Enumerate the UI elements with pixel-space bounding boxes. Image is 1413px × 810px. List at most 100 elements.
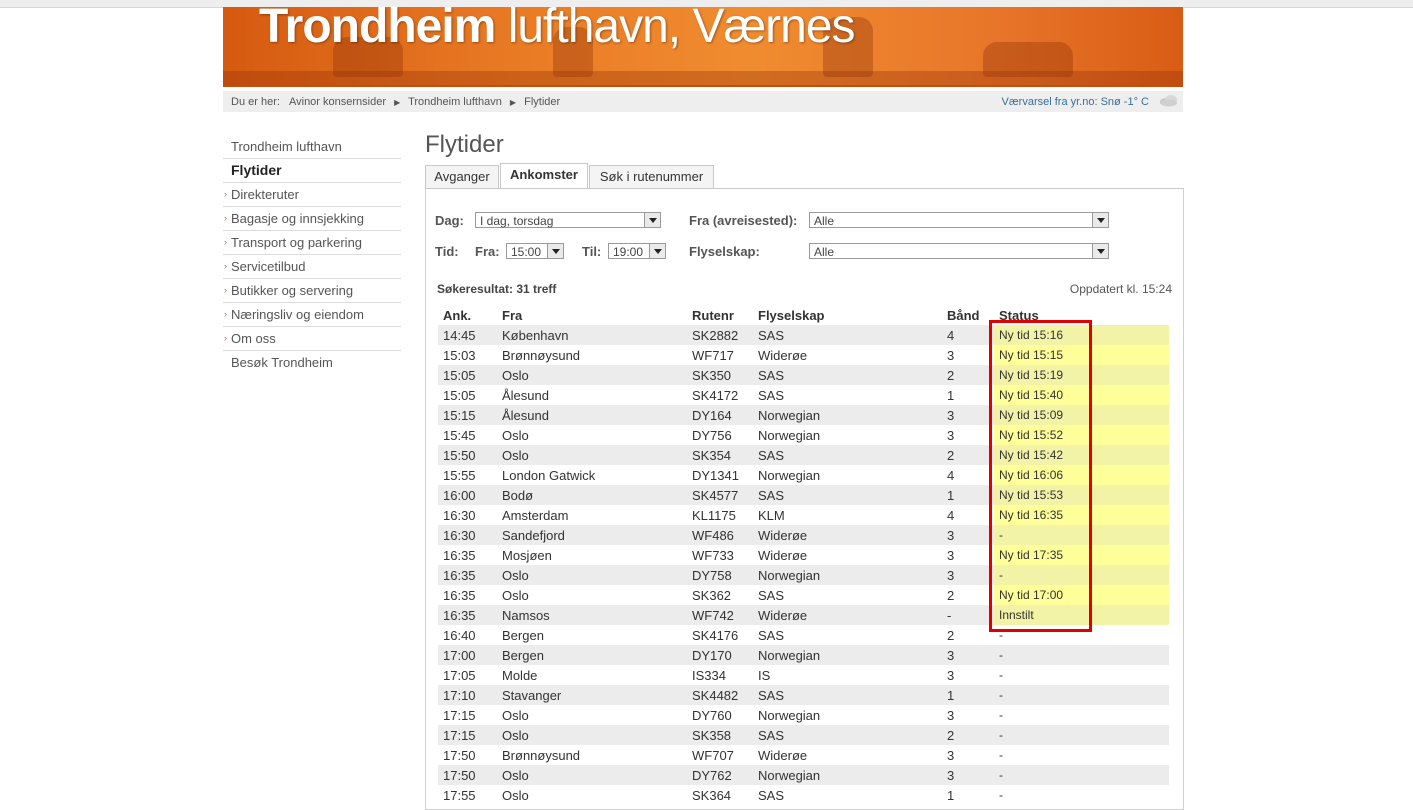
cell-fra: Bergen bbox=[497, 645, 687, 665]
tab-sok-rutenummer[interactable]: Søk i rutenummer bbox=[589, 165, 714, 188]
tid-fra-select[interactable]: 15:00 bbox=[506, 243, 564, 259]
arrow-right-icon: › bbox=[224, 309, 227, 319]
fra-avreisested-select[interactable]: Alle bbox=[809, 212, 1109, 228]
dag-select[interactable]: I dag, torsdag bbox=[475, 212, 661, 228]
tab-avganger[interactable]: Avganger bbox=[425, 165, 499, 188]
cell-band: 4 bbox=[947, 507, 955, 523]
weather-link[interactable]: Værvarsel fra yr.no: Snø -1° C bbox=[1002, 96, 1149, 108]
cell-fra: Bodø bbox=[497, 485, 687, 505]
chevron-down-icon[interactable] bbox=[644, 213, 660, 227]
cell-flyselskap: SAS bbox=[753, 325, 942, 345]
table-row: 17:55 Oslo SK364 SAS 1 - bbox=[438, 785, 1169, 805]
cell-fra: London Gatwick bbox=[502, 467, 596, 483]
cell-ank: 15:03 bbox=[443, 347, 476, 363]
cell-rutenr: KL1175 bbox=[692, 507, 736, 523]
cell-rutenr: DY1341 bbox=[692, 467, 739, 483]
cell-status: - bbox=[994, 565, 1169, 585]
page-title: Flytider bbox=[425, 131, 504, 158]
cell-ank: 16:35 bbox=[443, 547, 476, 563]
cell-status: - bbox=[994, 765, 1169, 785]
cell-fra: Oslo bbox=[502, 707, 529, 723]
cell-ank: 14:45 bbox=[438, 325, 497, 345]
cell-rutenr: SK364 bbox=[692, 787, 732, 803]
table-row: 14:45 København SK2882 SAS 4 Ny tid 15:16 bbox=[438, 325, 1169, 345]
table-row: 16:35 Mosjøen WF733 Widerøe 3 Ny tid 17:35 bbox=[438, 545, 1169, 565]
cell-fra: Molde bbox=[502, 667, 538, 683]
breadcrumb-link-trondheim[interactable]: Trondheim lufthavn bbox=[408, 96, 502, 108]
sidebar-item-servicetilbud[interactable]: › Servicetilbud bbox=[223, 255, 401, 279]
sidebar-item-besok-trondheim[interactable]: Besøk Trondheim bbox=[223, 351, 401, 374]
cell-band: 4 bbox=[947, 467, 955, 483]
cell-band: 3 bbox=[947, 667, 955, 683]
sidebar-item-label: Butikker og servering bbox=[231, 283, 354, 298]
cell-fra: København bbox=[497, 325, 687, 345]
cell-rutenr: SK358 bbox=[687, 725, 753, 745]
cell-flyselskap: SAS bbox=[753, 485, 942, 505]
cell-ank: 15:05 bbox=[438, 365, 497, 385]
cell-ank: 16:35 bbox=[438, 565, 497, 585]
chevron-down-icon[interactable] bbox=[547, 244, 563, 258]
cell-band: 2 bbox=[942, 445, 994, 465]
arrivals-table: Ank. Fra Rutenr Flyselskap Bånd Status 1… bbox=[438, 306, 1169, 805]
cell-ank: 17:55 bbox=[443, 787, 476, 803]
cell-band: 1 bbox=[942, 685, 994, 705]
cell-fra: Ålesund bbox=[502, 387, 549, 403]
sidebar-nav: Trondheim lufthavn Flytider › Direkterute… bbox=[223, 135, 401, 374]
cell-flyselskap: Norwegian bbox=[753, 565, 942, 585]
banner-title: Trondheim lufthavn, Værnes bbox=[259, 7, 856, 54]
table-row: 15:05 Oslo SK350 SAS 2 Ny tid 15:19 bbox=[438, 365, 1169, 385]
flyselskap-select[interactable]: Alle bbox=[809, 243, 1109, 259]
sidebar-item-transport[interactable]: › Transport og parkering bbox=[223, 231, 401, 255]
sidebar-item-direkteruter[interactable]: › Direkteruter bbox=[223, 183, 401, 207]
col-header-fra: Fra bbox=[502, 308, 523, 323]
banner-stripe bbox=[223, 71, 1183, 85]
cell-rutenr: SK4176 bbox=[692, 627, 739, 643]
tid-fra-value: 15:00 bbox=[511, 245, 542, 259]
dag-label: Dag: bbox=[435, 213, 464, 228]
sidebar-item-butikker[interactable]: › Butikker og servering bbox=[223, 279, 401, 303]
cell-ank: 15:05 bbox=[443, 387, 476, 403]
sidebar-item-label: Trondheim lufthavn bbox=[231, 139, 342, 154]
cell-fra: Ålesund bbox=[497, 405, 687, 425]
breadcrumb-separator-icon: ▶ bbox=[509, 98, 517, 107]
cell-status: Ny tid 15:53 bbox=[994, 485, 1169, 505]
cell-fra: Brønnøysund bbox=[502, 747, 581, 763]
cell-band: 1 bbox=[942, 485, 994, 505]
chevron-down-icon[interactable] bbox=[1092, 244, 1108, 258]
table-row: 15:03 Brønnøysund WF717 Widerøe 3 Ny tid 15:1… bbox=[438, 345, 1169, 365]
table-row: 17:05 Molde IS334 IS 3 - bbox=[438, 665, 1169, 685]
cell-rutenr: DY758 bbox=[687, 565, 753, 585]
sidebar-item-label: Flytider bbox=[231, 162, 282, 178]
arrow-right-icon: › bbox=[224, 213, 227, 223]
chevron-down-icon[interactable] bbox=[1092, 213, 1108, 227]
cell-rutenr: SK362 bbox=[692, 587, 732, 603]
cell-rutenr: DY756 bbox=[692, 427, 732, 443]
cell-ank: 15:45 bbox=[443, 427, 476, 443]
flyselskap-label: Flyselskap: bbox=[689, 244, 760, 259]
cell-flyselskap: Norwegian bbox=[758, 707, 821, 723]
cell-fra: Amsterdam bbox=[502, 507, 569, 523]
sidebar-item-flytider[interactable]: Flytider bbox=[223, 159, 401, 183]
breadcrumb-link-avinor[interactable]: Avinor konsernsider bbox=[289, 96, 386, 108]
banner-title-bold: Trondheim bbox=[259, 7, 496, 53]
cell-fra: Sandefjord bbox=[497, 525, 687, 545]
cell-rutenr: DY760 bbox=[692, 707, 732, 723]
sidebar-item-naeringsliv[interactable]: › Næringsliv og eiendom bbox=[223, 303, 401, 327]
tid-til-select[interactable]: 19:00 bbox=[608, 243, 666, 259]
chevron-down-icon[interactable] bbox=[649, 244, 665, 258]
sidebar-item-label: Om oss bbox=[231, 331, 276, 346]
cell-fra: Bergen bbox=[502, 627, 544, 643]
table-row: 17:50 Brønnøysund WF707 Widerøe 3 - bbox=[438, 745, 1169, 765]
sidebar-item-om-oss[interactable]: › Om oss bbox=[223, 327, 401, 351]
cell-band: 1 bbox=[947, 387, 955, 403]
tab-ankomster[interactable]: Ankomster bbox=[500, 163, 588, 188]
cell-ank: 17:10 bbox=[438, 685, 497, 705]
cell-status: Ny tid 15:42 bbox=[994, 445, 1169, 465]
banner-title-rest: lufthavn, Værnes bbox=[507, 7, 856, 53]
cell-band: - bbox=[942, 605, 994, 625]
arrow-right-icon: › bbox=[224, 237, 227, 247]
cell-flyselskap: SAS bbox=[753, 685, 942, 705]
sidebar-item-trondheim-lufthavn[interactable]: Trondheim lufthavn bbox=[223, 135, 401, 159]
sidebar-item-bagasje[interactable]: › Bagasje og innsjekking bbox=[223, 207, 401, 231]
table-row: 16:30 Amsterdam KL1175 KLM 4 Ny tid 16:35 bbox=[438, 505, 1169, 525]
